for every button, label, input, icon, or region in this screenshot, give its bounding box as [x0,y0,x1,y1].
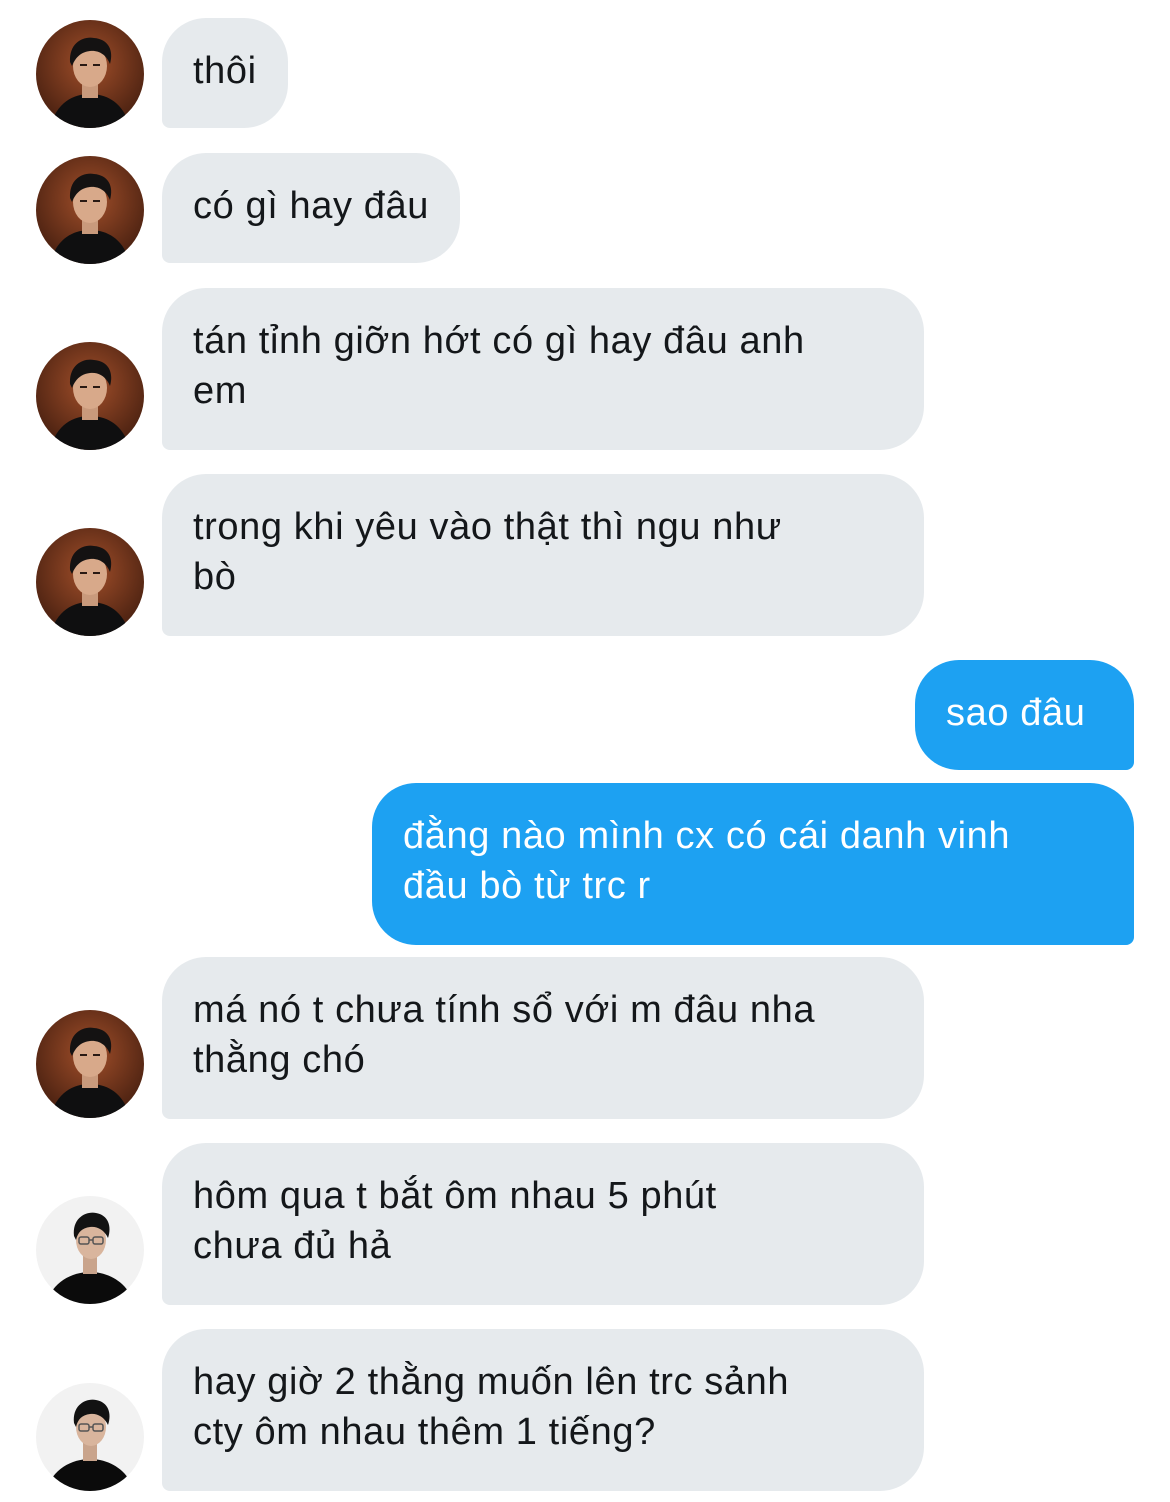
incoming-message[interactable]: má nó t chưa tính sổ với m đâu nha thằng… [162,957,924,1119]
portrait-dark-icon [36,156,144,264]
conversation-thread[interactable]: thôi có gì hay đâu tán tỉnh giỡn hớt có … [0,0,1170,1502]
incoming-message[interactable]: tán tỉnh giỡn hớt có gì hay đâu anh em [162,288,924,450]
portrait-dark-icon [36,20,144,128]
incoming-message[interactable]: có gì hay đâu [162,153,460,263]
outgoing-message[interactable]: sao đâu [915,660,1134,770]
incoming-message[interactable]: trong khi yêu vào thật thì ngu như bò [162,474,924,636]
avatar[interactable] [36,20,144,128]
portrait-dark-icon [36,528,144,636]
outgoing-message[interactable]: đằng nào mình cx có cái danh vinh đầu bò… [372,783,1134,945]
avatar[interactable] [36,342,144,450]
avatar[interactable] [36,1010,144,1118]
incoming-message[interactable]: hôm qua t bắt ôm nhau 5 phút chưa đủ hả [162,1143,924,1305]
portrait-dark-icon [36,1010,144,1118]
incoming-message[interactable]: thôi [162,18,288,128]
avatar[interactable] [36,1383,144,1491]
avatar[interactable] [36,1196,144,1304]
incoming-message[interactable]: hay giờ 2 thằng muốn lên trc sảnh cty ôm… [162,1329,924,1491]
portrait-light-icon [36,1196,144,1304]
portrait-dark-icon [36,342,144,450]
avatar[interactable] [36,156,144,264]
avatar[interactable] [36,528,144,636]
portrait-light-icon [36,1383,144,1491]
